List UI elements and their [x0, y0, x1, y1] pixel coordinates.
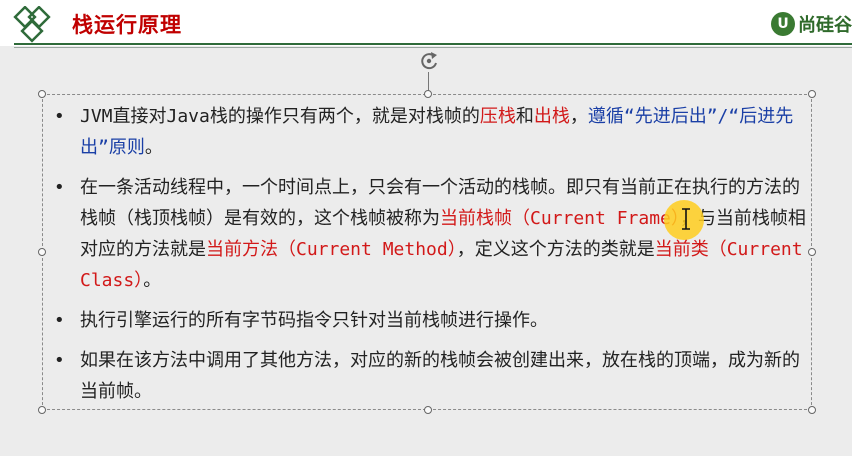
bullet-item: • JVM直接对Java栈的操作只有两个，就是对栈帧的压栈和出栈，遵循“先进后出”… [52, 101, 807, 163]
slide-header: 栈运行原理 U 尚硅谷 [0, 0, 852, 48]
rotate-stem [428, 72, 429, 92]
bullet-text-run: 。 [144, 137, 163, 158]
bullet-text-run: 。 [143, 270, 162, 291]
bullet-text-run: 和 [515, 106, 534, 127]
bullet-text-run: ， [569, 106, 588, 127]
bullet-text-run: 当前方法（Current Method） [206, 239, 457, 260]
bullet-dot: • [54, 350, 65, 371]
bullet-text-run: 如果在该方法中调用了其他方法，对应的新的栈帧会被创建出来，放在栈的顶端，成为新的… [80, 350, 800, 402]
resize-handle-left[interactable] [38, 248, 46, 256]
brand-badge-icon: U [771, 12, 795, 36]
diamond-logo-icon [13, 6, 51, 43]
bullet-item: • 如果在该方法中调用了其他方法，对应的新的栈帧会被创建出来，放在栈的顶端，成为新… [52, 345, 807, 407]
bullet-text-run: 当前栈帧（Current Frame） [440, 208, 680, 229]
bullet-text-run: ，定义这个方法的类就是 [456, 239, 655, 260]
resize-handle-bottom-left[interactable] [38, 406, 46, 414]
resize-handle-top-right[interactable] [808, 90, 816, 98]
resize-handle-right[interactable] [808, 248, 816, 256]
bullet-text-run: JVM直接对Java栈的操作只有两个，就是对栈帧的 [80, 106, 480, 127]
resize-handle-bottom-right[interactable] [808, 406, 816, 414]
bullet-dot: • [54, 106, 65, 127]
brand-logo: U 尚硅谷 [771, 8, 852, 40]
header-rule [14, 43, 852, 45]
brand-text: 尚硅谷 [798, 15, 852, 36]
header-rule-thin [14, 47, 852, 48]
bullet-text-run: 执行引擎运行的所有字节码指令只针对当前栈帧进行操作。 [80, 310, 548, 331]
resize-handle-top-left[interactable] [38, 90, 46, 98]
rotate-handle-icon[interactable] [418, 50, 440, 72]
bullet-dot: • [54, 177, 65, 198]
resize-handle-top[interactable] [424, 90, 432, 98]
bullet-text-run: 出栈 [533, 106, 570, 127]
bullet-list[interactable]: • JVM直接对Java栈的操作只有两个，就是对栈帧的压栈和出栈，遵循“先进后出”… [52, 101, 807, 416]
bullet-item: • 执行引擎运行的所有字节码指令只针对当前栈帧进行操作。 [52, 305, 807, 336]
text-cursor-icon [682, 208, 690, 230]
bullet-text-run: 压栈 [479, 106, 516, 127]
slide-title: 栈运行原理 [72, 13, 182, 37]
bullet-dot: • [54, 310, 65, 331]
